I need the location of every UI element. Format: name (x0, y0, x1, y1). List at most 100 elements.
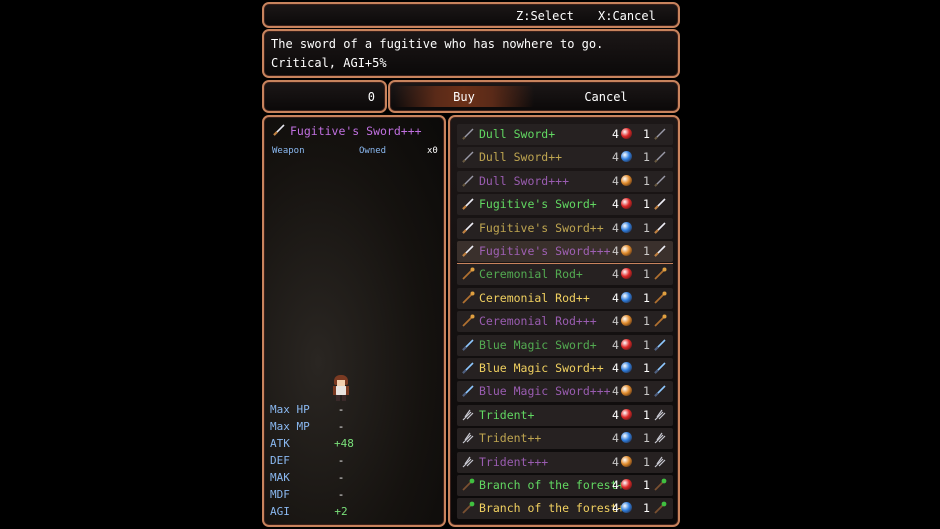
rod-icon (654, 314, 667, 327)
buy-button[interactable]: Buy (394, 86, 534, 107)
stat-label: Max MP (270, 420, 310, 433)
trident-icon (462, 432, 474, 444)
item-cost: 4 (612, 314, 619, 329)
sword-icon (654, 128, 666, 140)
orb-blue-icon (621, 291, 632, 303)
item-row[interactable]: Fugitive's Sword+ 4 1 (457, 194, 673, 216)
rod-icon (462, 291, 475, 304)
cancel-label: Cancel (584, 90, 628, 104)
stat-label: MDF (270, 488, 290, 501)
item-quantity: 1 (643, 431, 650, 446)
item-row[interactable]: Blue Magic Sword+ 4 1 (457, 334, 673, 356)
item-cost: 4 (612, 337, 619, 352)
item-cost: 4 (612, 361, 619, 375)
item-quantity: 1 (643, 290, 650, 305)
owned-label: Owned (359, 146, 387, 156)
item-row[interactable]: Trident++ 4 1 (457, 428, 673, 450)
orb-orange-icon (621, 315, 632, 327)
item-list-window: Dull Sword+ 4 1 Dull Sword++ 4 1 Dull Sword+++… (448, 115, 680, 527)
blue-sword-icon (462, 339, 474, 351)
item-row[interactable]: Trident+++ 4 1 (457, 451, 673, 473)
number-window: 0 (262, 80, 387, 113)
sword-icon (654, 151, 666, 164)
item-name: Trident+++ (479, 454, 549, 469)
item-name: Fugitive's Sword++ (479, 220, 604, 235)
stat-value: +2 (334, 505, 348, 518)
item-quantity: 1 (643, 314, 650, 329)
item-name: Blue Magic Sword+++ (479, 384, 611, 399)
rod-icon (462, 267, 475, 281)
sword-bright-icon (462, 222, 474, 234)
item-quantity: 1 (643, 220, 650, 235)
item-name: Dull Sword+++ (479, 173, 570, 188)
item-name: Dull Sword+ (479, 127, 556, 141)
trident-icon (654, 409, 666, 421)
rod-icon (654, 291, 667, 304)
item-quantity: 1 (643, 244, 650, 258)
stat-label: Max HP (270, 403, 310, 416)
select-hint: Z:Select (516, 9, 574, 23)
sword-bright-icon (654, 198, 666, 210)
item-row[interactable]: Dull Sword+ 4 1 (457, 124, 673, 145)
item-row[interactable]: Fugitive's Sword+++ 4 1 (457, 241, 673, 262)
item-quantity: 1 (643, 337, 650, 352)
orb-red-icon (621, 128, 632, 139)
orb-red-icon (621, 408, 632, 420)
item-name: Blue Magic Sword++ (479, 361, 604, 375)
item-row[interactable]: Ceremonial Rod+++ 4 1 (457, 311, 673, 333)
item-name: Trident++ (479, 431, 542, 446)
item-row[interactable]: Branch of the forest++ 4 1 (457, 498, 673, 520)
blue-sword-icon (462, 385, 474, 398)
item-quantity: 1 (643, 501, 650, 516)
item-cost: 4 (612, 478, 619, 492)
item-cost: 4 (612, 501, 619, 516)
cancel-hint: X:Cancel (598, 9, 656, 23)
orb-orange-icon (621, 385, 632, 397)
rod-icon (462, 314, 475, 327)
stat-label: AGI (270, 505, 290, 518)
sword-bright-icon (654, 222, 666, 234)
orb-orange-icon (621, 174, 632, 186)
trident-icon (462, 456, 474, 468)
item-cost: 4 (612, 173, 619, 188)
item-name: Blue Magic Sword+ (479, 337, 597, 352)
orb-red-icon (621, 338, 632, 350)
sword-icon (654, 175, 666, 187)
item-row[interactable]: Blue Magic Sword+++ 4 1 (457, 381, 673, 403)
item-cost: 4 (612, 407, 619, 422)
item-cost: 4 (612, 127, 619, 141)
item-quantity: 1 (643, 173, 650, 188)
rod-icon (654, 267, 667, 281)
blue-sword-icon (654, 362, 666, 374)
item-row[interactable]: Fugitive's Sword++ 4 1 (457, 217, 673, 239)
buy-label: Buy (453, 90, 475, 104)
item-quantity: 1 (643, 150, 650, 165)
item-row[interactable]: Branch of the forest+ 4 1 (457, 475, 673, 496)
item-cost: 4 (612, 290, 619, 305)
orb-blue-icon (621, 432, 632, 444)
sword-bright-icon (462, 198, 474, 210)
item-row[interactable]: Ceremonial Rod++ 4 1 (457, 287, 673, 309)
orb-orange-icon (621, 245, 632, 256)
item-row[interactable]: Ceremonial Rod+ 4 1 (457, 264, 673, 286)
status-window: Fugitive's Sword+++ Weapon Owned x0 Max … (262, 115, 446, 527)
branch-icon (462, 478, 475, 491)
command-window: Buy Cancel (388, 80, 680, 113)
item-row[interactable]: Dull Sword+++ 4 1 (457, 170, 673, 192)
stat-value: - (337, 454, 345, 467)
help-window: Z:Select X:Cancel (262, 2, 680, 28)
sword-icon (462, 128, 474, 140)
item-row[interactable]: Trident+ 4 1 (457, 404, 673, 426)
item-name: Ceremonial Rod++ (479, 290, 590, 305)
item-row[interactable]: Blue Magic Sword++ 4 1 (457, 358, 673, 379)
item-row[interactable]: Dull Sword++ 4 1 (457, 147, 673, 169)
stat-value: - (337, 403, 345, 416)
item-quantity: 1 (643, 361, 650, 375)
item-quantity: 1 (643, 267, 650, 282)
orb-orange-icon (621, 455, 632, 467)
item-quantity: 1 (643, 478, 650, 492)
item-quantity: 1 (643, 197, 650, 212)
cancel-button[interactable]: Cancel (536, 86, 676, 107)
owned-count: x0 (427, 146, 438, 156)
stat-label: MAK (270, 471, 290, 484)
